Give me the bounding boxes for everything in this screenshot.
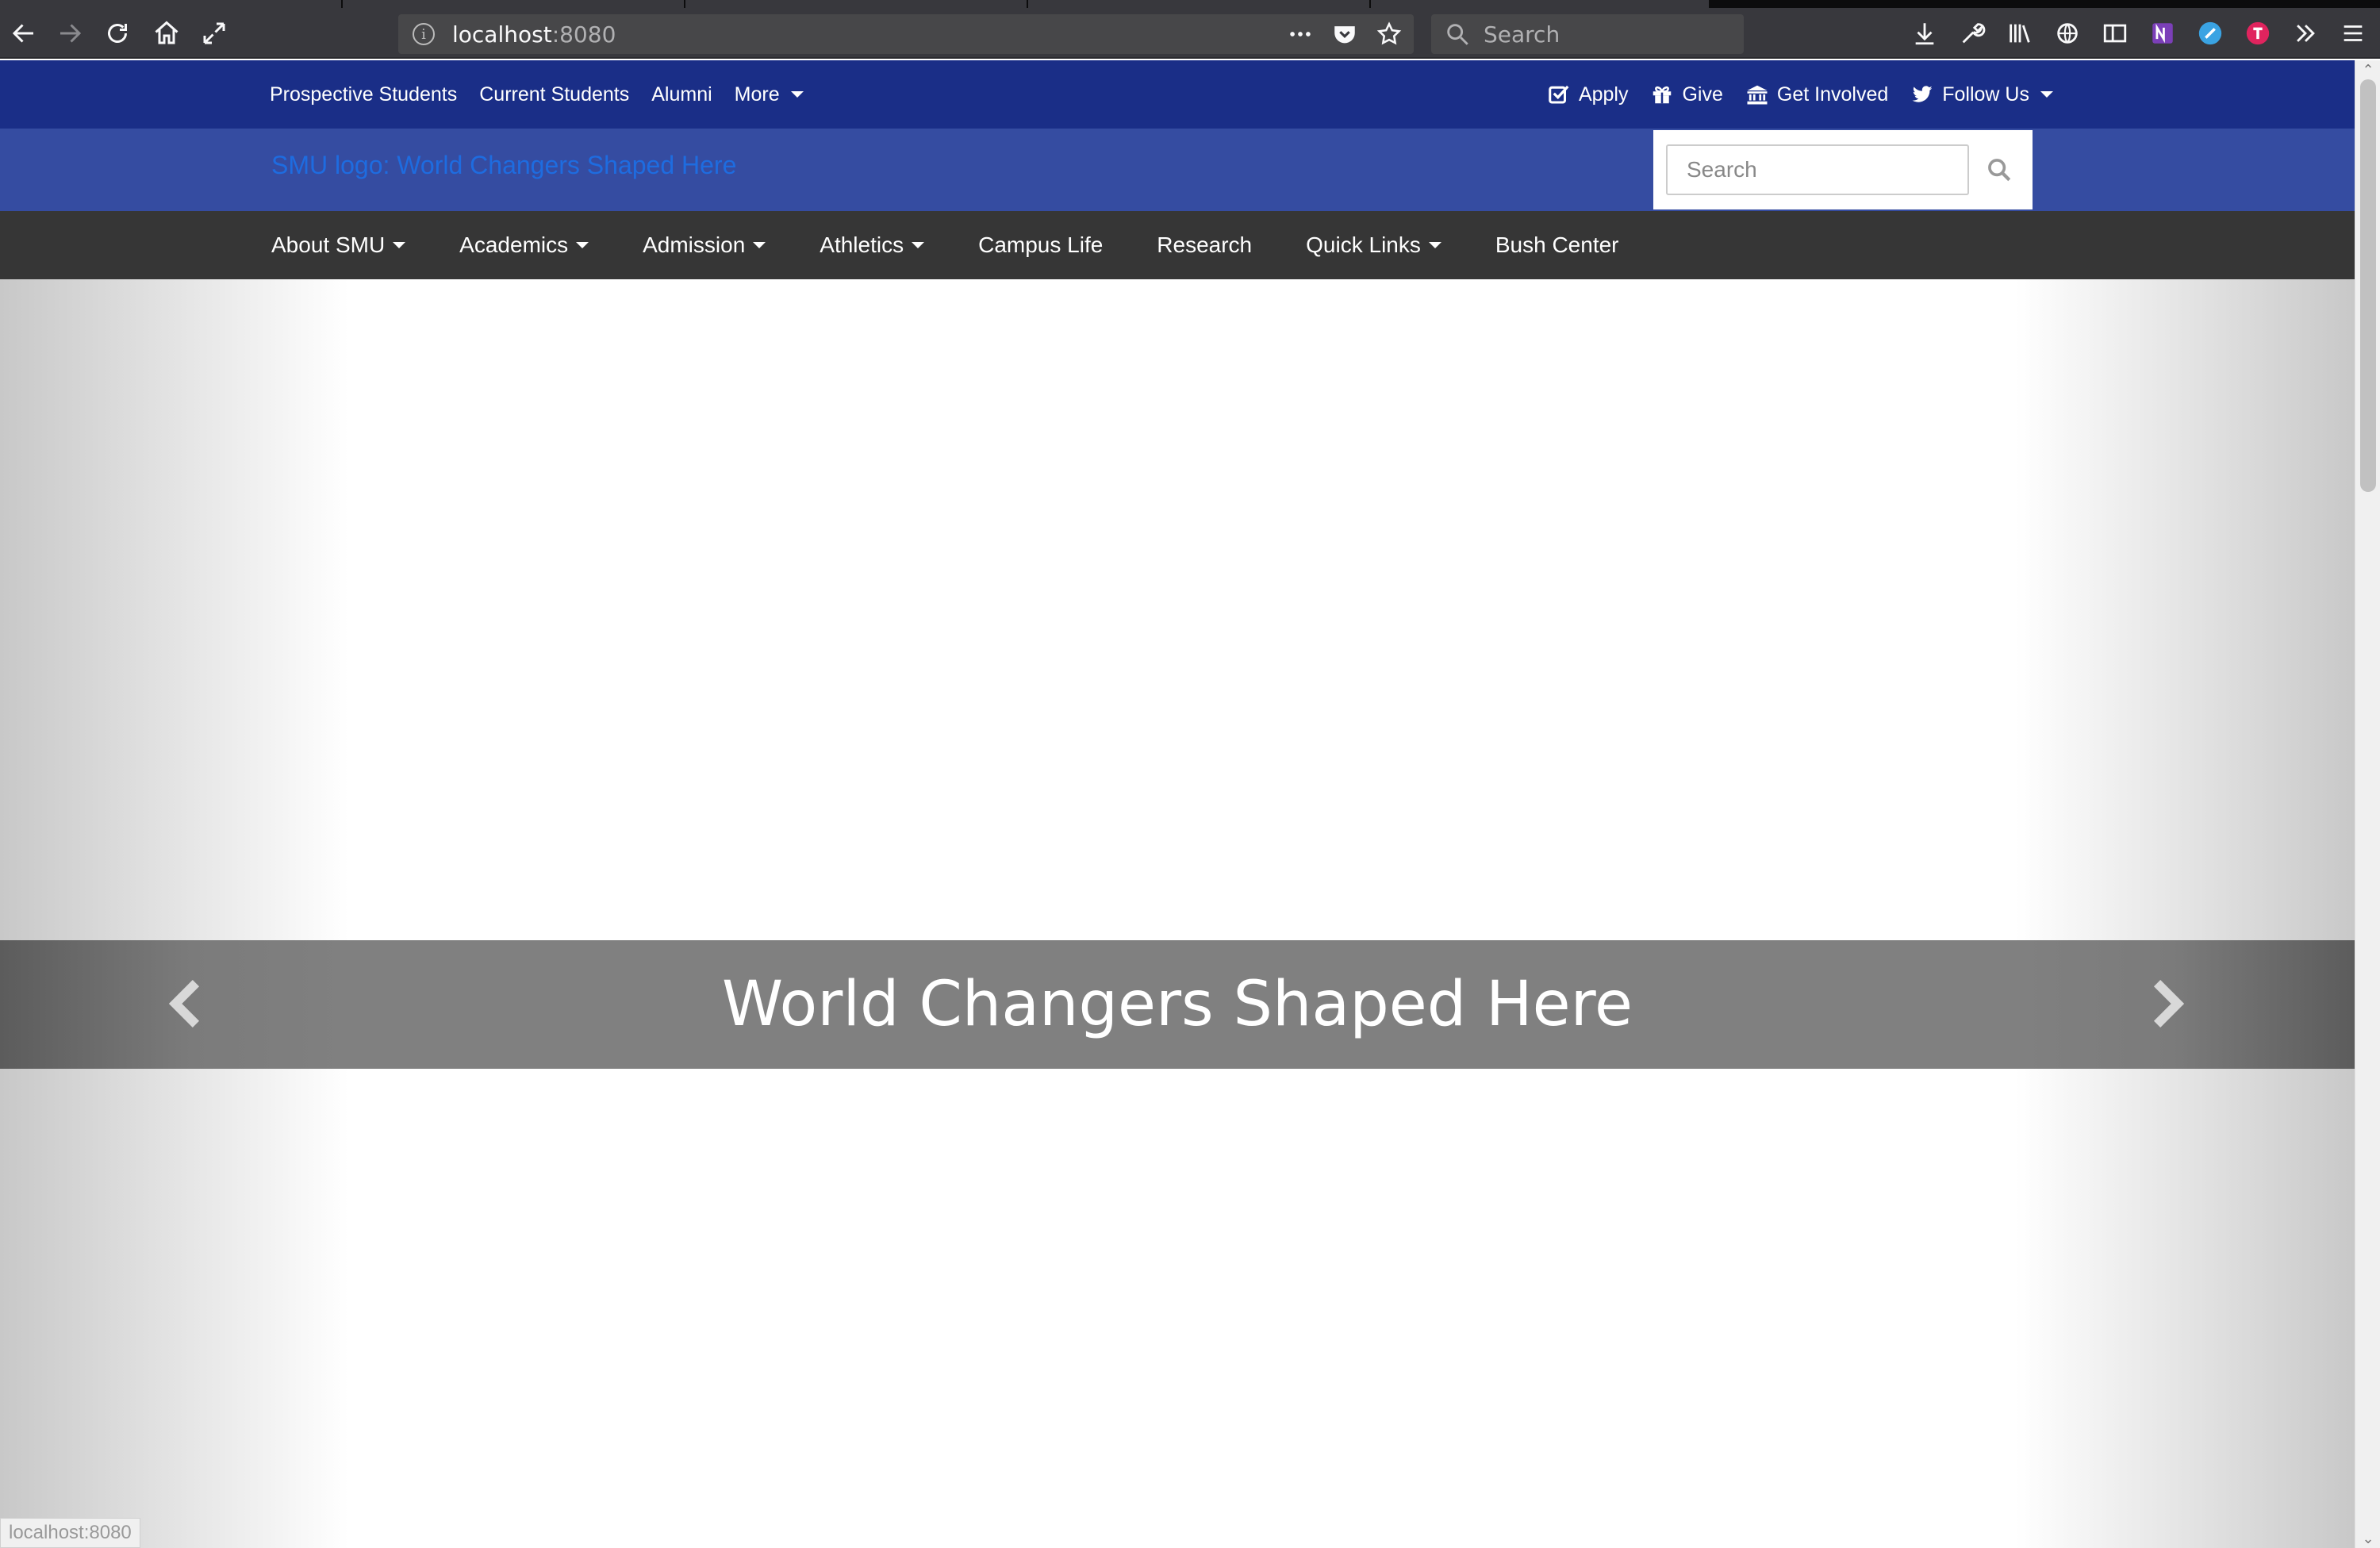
site-info-icon[interactable]: i: [413, 23, 435, 45]
institution-icon: [1747, 85, 1768, 105]
home-icon[interactable]: [149, 16, 184, 51]
utility-nav: Prospective Students Current Students Al…: [0, 60, 2355, 129]
hero-carousel: World Changers Shaped Here: [0, 279, 2355, 1548]
site-search-input[interactable]: Search: [1666, 144, 1969, 195]
caret-down-icon: [753, 242, 766, 248]
carousel-next-button[interactable]: [2144, 980, 2191, 1028]
nav-admission[interactable]: Admission: [643, 232, 766, 258]
browser-extensions: [1907, 16, 2380, 51]
tab[interactable]: [0, 0, 341, 8]
web-page: Prospective Students Current Students Al…: [0, 60, 2355, 1548]
nav-academics[interactable]: Academics: [459, 232, 589, 258]
scrollbar-thumb[interactable]: [2360, 79, 2376, 492]
site-search-button[interactable]: [1974, 144, 2025, 195]
twitter-icon: [1912, 86, 1933, 102]
utility-link-alumni[interactable]: Alumni: [651, 83, 712, 106]
scroll-down-icon[interactable]: ⌄: [2355, 1529, 2380, 1548]
back-icon[interactable]: [6, 16, 41, 51]
url-text[interactable]: localhost:8080: [452, 21, 616, 48]
nav-athletics[interactable]: Athletics: [820, 232, 925, 258]
apply-link[interactable]: Apply: [1547, 83, 1628, 106]
follow-us-dropdown[interactable]: Follow Us: [1910, 83, 2053, 106]
bookmark-star-icon[interactable]: [1372, 17, 1406, 51]
nav-campus-life[interactable]: Campus Life: [978, 232, 1103, 258]
caret-down-icon: [912, 242, 925, 248]
utility-link-prospective-students[interactable]: Prospective Students: [270, 83, 457, 106]
blue-extension-icon[interactable]: [2193, 16, 2228, 51]
library-icon[interactable]: [2002, 16, 2037, 51]
brand-bar: SMU logo: World Changers Shaped Here Sea…: [0, 129, 2355, 211]
check-square-icon: [1549, 85, 1569, 104]
caret-down-icon: [1428, 242, 1441, 248]
carousel-caption: World Changers Shaped Here: [722, 969, 1633, 1040]
forward-icon[interactable]: [52, 16, 87, 51]
caret-down-icon: [2040, 91, 2053, 98]
page-scrollbar[interactable]: ⌃ ⌄: [2355, 60, 2380, 1548]
nav-bush-center[interactable]: Bush Center: [1495, 232, 1619, 258]
chevron-right-icon: [2153, 980, 2185, 1028]
tab[interactable]: [1028, 0, 1369, 8]
chevron-left-icon: [168, 980, 200, 1028]
page-actions-icon[interactable]: [1284, 17, 1317, 51]
tab-strip: [0, 0, 2380, 8]
search-icon: [1447, 24, 1468, 45]
site-search: Search: [1653, 130, 2033, 209]
utility-more-dropdown[interactable]: More: [735, 83, 804, 106]
caret-down-icon: [790, 91, 804, 98]
carousel-caption-band: World Changers Shaped Here: [0, 940, 2355, 1069]
status-bar: localhost:8080: [0, 1518, 140, 1548]
tab[interactable]: [685, 0, 1027, 8]
gift-icon: [1653, 86, 1672, 104]
nav-about-smu[interactable]: About SMU: [271, 232, 406, 258]
fullscreen-icon[interactable]: [197, 16, 232, 51]
utility-link-current-students[interactable]: Current Students: [479, 83, 629, 106]
search-icon: [1988, 159, 2011, 182]
nav-research[interactable]: Research: [1157, 232, 1252, 258]
browser-search-placeholder: Search: [1484, 21, 1560, 48]
browser-search-bar[interactable]: Search: [1431, 14, 1744, 54]
url-bar[interactable]: i localhost:8080: [398, 14, 1414, 54]
caret-down-icon: [393, 242, 406, 248]
download-icon[interactable]: [1907, 16, 1942, 51]
browser-toolbar: i localhost:8080 Search: [0, 8, 2380, 59]
tab[interactable]: [343, 0, 684, 8]
main-nav: About SMU Academics Admission Athletics …: [0, 211, 2355, 279]
nav-quick-links[interactable]: Quick Links: [1306, 232, 1441, 258]
caret-down-icon: [576, 242, 589, 248]
smu-logo-link[interactable]: SMU logo: World Changers Shaped Here: [271, 151, 736, 180]
onenote-icon[interactable]: [2145, 16, 2180, 51]
get-involved-link[interactable]: Get Involved: [1745, 83, 1888, 106]
reload-icon[interactable]: [100, 16, 135, 51]
wrench-icon[interactable]: [1955, 16, 1990, 51]
globe-extension-icon[interactable]: [2050, 16, 2085, 51]
carousel-prev-button[interactable]: [162, 980, 209, 1028]
red-extension-icon[interactable]: [2240, 16, 2275, 51]
scroll-up-icon[interactable]: ⌃: [2355, 60, 2380, 79]
hamburger-menu-icon[interactable]: [2336, 16, 2370, 51]
pocket-icon[interactable]: [1328, 17, 1361, 51]
tab[interactable]: [1371, 0, 1709, 8]
sidebar-icon[interactable]: [2098, 16, 2132, 51]
overflow-chevrons-icon[interactable]: [2288, 16, 2323, 51]
give-link[interactable]: Give: [1650, 83, 1723, 106]
